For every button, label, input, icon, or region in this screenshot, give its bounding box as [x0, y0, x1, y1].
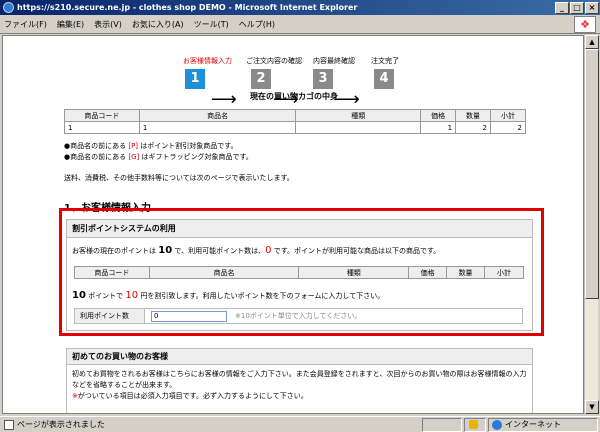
points-value: 10 [72, 290, 86, 301]
scroll-down-icon[interactable]: ▼ [585, 400, 599, 414]
close-button[interactable]: × [585, 1, 599, 14]
yen-value: 10 [125, 290, 139, 301]
menu-view[interactable]: 表示(V) [94, 19, 122, 30]
note-gift: ●商品名の前にある [G] はギフトラッピング対象商品です。 [64, 152, 253, 163]
cart-notes: ●商品名の前にある [P] はポイント割引対象商品です。 ●商品名の前にある [… [64, 141, 253, 163]
table-cell: 1 [64, 121, 140, 134]
status-bar: ページが表示されました インターネット [0, 416, 600, 432]
menu-edit[interactable]: 編集(E) [57, 19, 84, 30]
text: ポイントで [85, 292, 126, 300]
order-steps: お客様情報入力 1 ⟶ ご注文内容の確認 2 ⟶ 内容最終確認 3 ⟶ 注文完了… [3, 56, 583, 116]
status-text: ページが表示されました [17, 420, 105, 429]
scroll-thumb[interactable] [585, 49, 599, 299]
step-1-label: お客様情報入力 [183, 57, 232, 65]
note-point: ●商品名の前にある [P] はポイント割引対象商品です。 [64, 141, 253, 152]
note-text: ●商品名の前にある [64, 142, 129, 150]
panel-heading: 割引ポイントシステムの利用 [67, 220, 532, 238]
status-pane [464, 417, 486, 432]
text: お客様の現在のポイントは [72, 247, 159, 255]
column-header: 数量 [446, 266, 486, 279]
note-mark: [G] [128, 153, 140, 161]
column-header: 種類 [295, 109, 422, 122]
note-text: ●商品名の前にある [64, 153, 129, 161]
step-2: ご注文内容の確認 2 [246, 56, 302, 89]
note-mark: [P] [128, 142, 139, 150]
note-text: はポイント割引対象商品です。 [138, 142, 238, 150]
windows-logo-icon: ❖ [574, 16, 596, 33]
scroll-up-icon[interactable]: ▲ [585, 35, 599, 49]
column-header: 商品名 [138, 109, 297, 122]
maximize-button[interactable]: □ [570, 1, 584, 14]
step-2-number: 2 [251, 69, 271, 89]
ie-icon [3, 2, 14, 13]
step-3-label: 内容最終確認 [313, 57, 355, 65]
table-header-row: 商品コード 商品名 種類 価格 数量 小計 [74, 266, 524, 279]
required-text: がついている項目は必須入力項目です。必ず入力するようにして下さい。 [77, 392, 308, 400]
column-header: 価格 [420, 109, 457, 122]
point-system-panel: 割引ポイントシステムの利用 お客様の現在のポイントは 10 で、利用可能ポイント… [66, 219, 533, 331]
point-input-label: 利用ポイント数 [75, 309, 145, 323]
note-text: はギフトラッピング対象商品です。 [139, 153, 253, 161]
column-header: 小計 [484, 266, 524, 279]
point-input-hint: ※10ポイント単位で入力してください。 [235, 312, 362, 320]
current-points: 10 [158, 245, 173, 256]
page-content: お客様情報入力 1 ⟶ ご注文内容の確認 2 ⟶ 内容最終確認 3 ⟶ 注文完了… [2, 35, 584, 414]
column-header: 商品コード [74, 266, 150, 279]
text: で、利用可能ポイント数は、 [172, 247, 266, 255]
cart-table: 商品コード 商品名 種類 価格 数量 小計 1 1 1 2 2 [64, 109, 526, 134]
text: 円を割引致します。利用したいポイント数を下のフォームに入力して下さい。 [138, 292, 385, 300]
table-cell: 1 [138, 121, 297, 134]
column-header: 数量 [455, 109, 492, 122]
table-cell: 1 [420, 121, 457, 134]
menu-file[interactable]: ファイル(F) [4, 19, 47, 30]
step-3: 内容最終確認 3 [313, 56, 355, 89]
zone-text: インターネット [505, 420, 561, 429]
point-discount-text: 10 ポイントで 10 円を割引致します。利用したいポイント数を下のフォームに入… [72, 290, 384, 301]
table-cell [295, 121, 422, 134]
title-bar: https://s210.secure.ne.jp - clothes shop… [0, 0, 600, 15]
step-4-number: 4 [374, 69, 394, 89]
status-pane [422, 417, 462, 432]
column-header: 小計 [490, 109, 526, 122]
column-header: 種類 [298, 266, 410, 279]
table-row: 1 1 1 2 2 [64, 121, 526, 134]
minimize-button[interactable]: _ [555, 1, 569, 14]
first-time-panel: 初めてのお買い物のお客様 初めてお買物をされるお客様はこちらにお客様の情報をご入… [66, 348, 533, 413]
menu-bar: ファイル(F) 編集(E) 表示(V) お気に入り(A) ツール(T) ヘルプ(… [0, 15, 600, 34]
shipping-note: 送料、消費税、その他手数料等については次のページで表示いたします。 [64, 174, 294, 182]
first-time-text: 初めてお買物をされるお客様はこちらにお客様の情報をご入力下さい。また会員登録をさ… [67, 365, 532, 406]
column-header: 商品名 [148, 266, 300, 279]
step-2-label: ご注文内容の確認 [246, 57, 302, 65]
table-cell: 2 [455, 121, 492, 134]
point-items-table: 商品コード 商品名 種類 価格 数量 小計 [74, 266, 524, 279]
table-cell: 2 [490, 121, 526, 134]
globe-icon [492, 419, 502, 430]
first-time-intro: 初めてお買物をされるお客様はこちらにお客様の情報をご入力下さい。また会員登録をさ… [72, 370, 527, 389]
point-input-row: 利用ポイント数 0 ※10ポイント単位で入力してください。 [74, 308, 523, 324]
step-3-number: 3 [313, 69, 333, 89]
text: です。ポイントが利用可能な商品は以下の商品です。 [271, 247, 441, 255]
step-4: 注文完了 4 [371, 56, 399, 89]
status-message: ページが表示されました [0, 419, 422, 430]
vertical-scrollbar[interactable]: ▲ ▼ [584, 35, 599, 414]
step-1: お客様情報入力 1 [183, 56, 232, 89]
window-title: https://s210.secure.ne.jp - clothes shop… [17, 3, 358, 12]
step-4-label: 注文完了 [371, 57, 399, 65]
point-balance-text: お客様の現在のポイントは 10 で、利用可能ポイント数は、0 です。ポイントが利… [72, 245, 440, 256]
page-icon [4, 419, 14, 430]
panel-heading: 初めてのお買い物のお客様 [67, 349, 532, 365]
lock-icon [468, 420, 478, 429]
required-note: ※がついている項目は必須入力項目です。必ず入力するようにして下さい。 [72, 391, 527, 402]
menu-help[interactable]: ヘルプ(H) [239, 19, 275, 30]
security-zone: インターネット [488, 417, 598, 432]
cart-title: 現在の買い物カゴの中身 [250, 92, 338, 101]
menu-favorites[interactable]: お気に入り(A) [132, 19, 184, 30]
step-1-number: 1 [185, 69, 205, 89]
table-header-row: 商品コード 商品名 種類 価格 数量 小計 [64, 109, 526, 122]
column-header: 商品コード [64, 109, 140, 122]
point-input[interactable]: 0 [151, 310, 227, 322]
column-header: 価格 [408, 266, 448, 279]
menu-tools[interactable]: ツール(T) [194, 19, 229, 30]
